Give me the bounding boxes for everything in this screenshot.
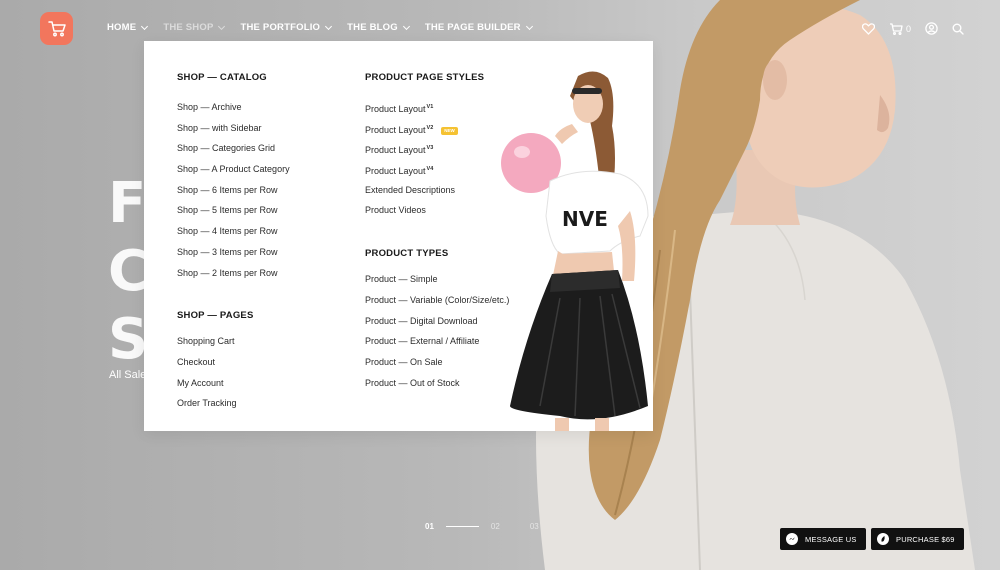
nav-the-portfolio[interactable]: THE PORTFOLIO [240,22,333,33]
purchase-button[interactable]: PURCHASE $69 [871,528,964,550]
chevron-down-icon [325,22,333,30]
menu-item-shop-archive[interactable]: Shop — Archive [177,97,290,118]
menu-item-product-external[interactable]: Product — External / Affiliate [365,331,509,352]
cart-logo-icon [47,20,66,36]
slide-dot-2[interactable]: 02 [491,522,500,531]
menu-item-product-out-of-stock[interactable]: Product — Out of Stock [365,373,509,394]
pages-heading: SHOP — PAGES [177,310,254,322]
message-us-button[interactable]: MESSAGE US [780,528,866,550]
nav-the-shop-label: THE SHOP [163,22,214,33]
layout-label: Product Layout [365,145,426,156]
chevron-down-icon [141,22,149,30]
messenger-icon [786,533,798,545]
menu-item-product-layout-v3[interactable]: Product LayoutV3 [365,138,509,159]
active-slide-indicator [445,526,479,527]
logo[interactable] [40,12,73,45]
heart-icon [861,22,875,35]
menu-item-shopping-cart[interactable]: Shopping Cart [177,331,290,352]
chevron-down-icon [525,22,533,30]
menu-item-product-videos[interactable]: Product Videos [365,200,509,221]
menu-item-checkout[interactable]: Checkout [177,352,290,373]
nav-the-shop[interactable]: THE SHOP [163,22,226,33]
layout-label: Product Layout [365,166,426,177]
cart-icon [889,22,903,35]
nav-home-label: HOME [107,22,137,33]
menu-item-shop-with-sidebar[interactable]: Shop — with Sidebar [177,118,290,139]
cart-count: 0 [905,23,911,34]
nav-home[interactable]: HOME [107,22,149,33]
mega-menu-model-image: NVE [501,71,649,431]
menu-item-extended-descriptions[interactable]: Extended Descriptions [365,180,509,201]
menu-item-shop-4-per-row[interactable]: Shop — 4 Items per Row [177,221,290,242]
nav-the-portfolio-label: THE PORTFOLIO [240,22,321,33]
menu-item-shop-2-per-row[interactable]: Shop — 2 Items per Row [177,263,290,284]
wishlist-button[interactable] [861,22,875,35]
slider-pagination: 01 02 03 [425,522,539,531]
menu-item-product-digital[interactable]: Product — Digital Download [365,311,509,332]
product-styles-column: PRODUCT PAGE STYLES Product LayoutV1 Pro… [365,71,509,393]
product-types-list: Product — Simple Product — Variable (Col… [365,269,509,393]
pages-list: Shopping Cart Checkout My Account Order … [177,331,290,414]
menu-item-product-variable[interactable]: Product — Variable (Color/Size/etc.) [365,290,509,311]
version-tag: V1 [426,104,434,110]
svg-text:NVE: NVE [562,207,608,231]
nav-the-page-builder-label: THE PAGE BUILDER [424,22,521,33]
chevron-down-icon [402,22,410,30]
nav-the-page-builder[interactable]: THE PAGE BUILDER [424,22,533,33]
version-tag: V4 [426,166,434,173]
menu-item-shop-6-per-row[interactable]: Shop — 6 Items per Row [177,180,290,201]
catalog-heading: SHOP — CATALOG [177,72,267,83]
menu-item-product-layout-v2[interactable]: Product LayoutV2 NEW [365,118,509,139]
menu-item-order-tracking[interactable]: Order Tracking [177,393,290,414]
search-icon [952,23,964,35]
version-tag: V2 [426,124,434,131]
slide-dot-1[interactable]: 01 [425,522,434,531]
shop-mega-menu: SHOP — CATALOG Shop — Archive Shop — wit… [144,41,653,431]
menu-item-my-account[interactable]: My Account [177,373,290,394]
menu-item-shop-product-category[interactable]: Shop — A Product Category [177,159,290,180]
header-icons: 0 [861,22,964,35]
product-page-styles-heading: PRODUCT PAGE STYLES [365,72,485,83]
layout-label: Product Layout [365,124,426,135]
menu-item-shop-categories-grid[interactable]: Shop — Categories Grid [177,138,290,159]
version-tag: V3 [426,145,434,152]
catalog-column: SHOP — CATALOG Shop — Archive Shop — wit… [177,71,290,414]
purchase-label: PURCHASE $69 [896,534,955,544]
search-button[interactable] [952,23,964,35]
nav-the-blog-label: THE BLOG [347,22,398,33]
account-button[interactable] [925,22,938,35]
new-badge: NEW [441,126,458,135]
nav-the-blog[interactable]: THE BLOG [347,22,410,33]
menu-item-shop-5-per-row[interactable]: Shop — 5 Items per Row [177,200,290,221]
menu-item-product-layout-v4[interactable]: Product LayoutV4 [365,159,509,180]
menu-item-product-simple[interactable]: Product — Simple [365,269,509,290]
hero-subtext: All Sale [109,369,147,381]
layout-label: Product Layout [365,104,426,114]
envato-icon [877,533,889,545]
slide-dot-3[interactable]: 03 [530,522,539,531]
menu-item-product-on-sale[interactable]: Product — On Sale [365,352,509,373]
chevron-down-icon [218,22,226,30]
product-types-heading: PRODUCT TYPES [365,248,449,260]
user-icon [925,22,938,35]
menu-item-shop-3-per-row[interactable]: Shop — 3 Items per Row [177,242,290,263]
menu-item-product-layout-v1[interactable]: Product LayoutV1 [365,97,509,118]
cart-button[interactable]: 0 [889,22,911,35]
main-nav: HOME THE SHOP THE PORTFOLIO THE BLOG THE… [107,22,548,33]
product-styles-list: Product LayoutV1 Product LayoutV2 NEW Pro… [365,97,509,221]
catalog-list: Shop — Archive Shop — with Sidebar Shop … [177,97,290,283]
message-us-label: MESSAGE US [805,534,857,544]
